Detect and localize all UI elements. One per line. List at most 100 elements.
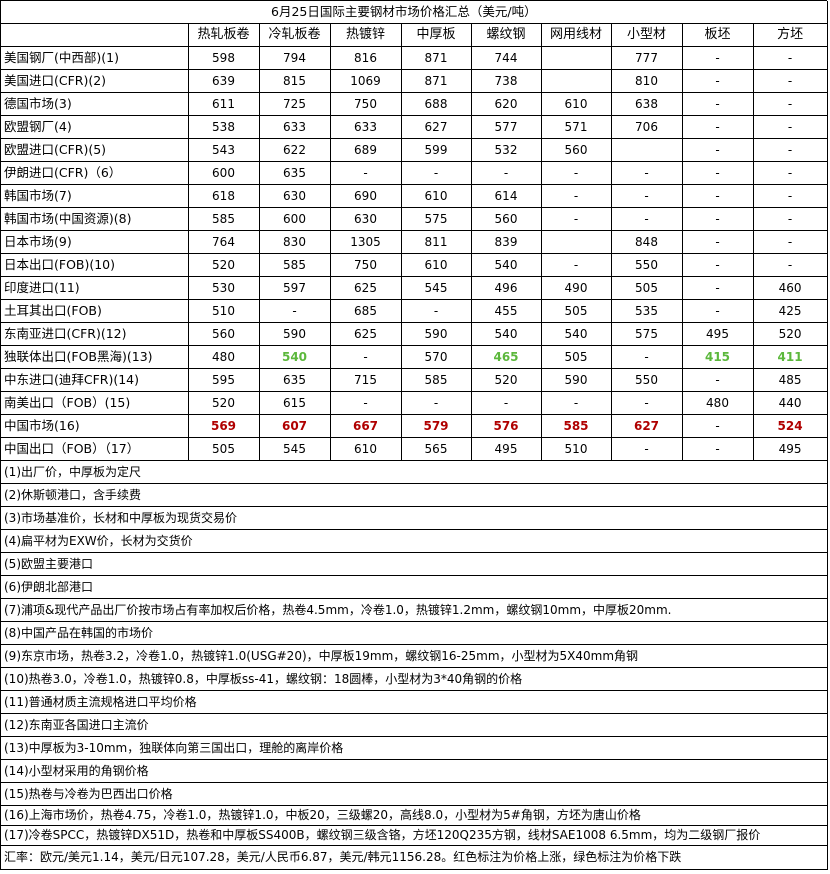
price-cell: 635 — [259, 368, 331, 392]
note-row: (1)出厂价，中厚板为定尺 — [1, 460, 828, 484]
table-row: 韩国市场(中国资源)(8) 585 600 630 575 560- - - - — [1, 207, 828, 231]
note-row: (9)东京市场，热卷3.2，冷卷1.0，热镀锌1.0(USG#20)，中厚板19… — [1, 644, 828, 668]
footnote: (1)出厂价，中厚板为定尺 — [1, 460, 828, 484]
price-cell: - — [611, 345, 683, 369]
price-cell: - — [611, 437, 683, 461]
exchange-rate-note: 汇率：欧元/美元1.14，美元/日元107.28，美元/人民币6.87，美元/韩… — [1, 845, 828, 870]
price-cell: 610 — [401, 253, 472, 277]
price-cell: 706 — [611, 115, 683, 139]
price-cell: 532 — [471, 138, 542, 162]
note-row: (6)伊朗北部港口 — [1, 575, 828, 599]
price-cell: 715 — [330, 368, 402, 392]
note-row: (14)小型材采用的角钢价格 — [1, 759, 828, 783]
table-row: 欧盟钢厂(4) 538 633 633 627 577 571 706- - — [1, 115, 828, 139]
price-cell: 485 — [753, 368, 828, 392]
price-cell: 565 — [401, 437, 472, 461]
price-cell: 575 — [401, 207, 472, 231]
footnote: (3)市场基准价，长材和中厚板为现货交易价 — [1, 506, 828, 530]
price-cell: - — [682, 184, 754, 208]
price-cell-up: 524 — [753, 414, 828, 438]
column-header: 板坯 — [682, 23, 754, 47]
row-label: 中东进口(迪拜CFR)(14) — [1, 368, 189, 392]
column-header: 冷轧板卷 — [259, 23, 331, 47]
table-row: 日本市场(9) 764 830 1305 811 839 848- - — [1, 230, 828, 254]
price-cell: 495 — [753, 437, 828, 461]
price-cell: 811 — [401, 230, 472, 254]
table-row: 欧盟进口(CFR)(5) 543 622 689 599 532 560 - - — [1, 138, 828, 162]
price-cell: - — [541, 253, 612, 277]
price-cell: 633 — [330, 115, 402, 139]
note-row: (4)扁平材为EXW价，长材为交货价 — [1, 529, 828, 553]
table-title: 6月25日国际主要钢材市场价格汇总（美元/吨） — [1, 1, 828, 24]
price-cell: 627 — [401, 115, 472, 139]
column-header: 热镀锌 — [330, 23, 402, 47]
note-row: (2)休斯顿港口，含手续费 — [1, 483, 828, 507]
price-cell: 535 — [611, 299, 683, 323]
price-cell: - — [682, 368, 754, 392]
price-cell: 440 — [753, 391, 828, 415]
price-cell: 480 — [682, 391, 754, 415]
price-cell: 545 — [401, 276, 472, 300]
price-cell: 830 — [259, 230, 331, 254]
price-table: 6月25日国际主要钢材市场价格汇总（美元/吨） 热轧板卷 冷轧板卷 热镀锌 中厚板 螺纹… — [1, 1, 828, 870]
price-cell: - — [682, 138, 754, 162]
price-cell-up: 569 — [188, 414, 260, 438]
price-cell: 585 — [188, 207, 260, 231]
table-row: 南美出口（FOB）(15) 520 615- - - - -480 440 — [1, 391, 828, 415]
price-cell: - — [682, 207, 754, 231]
footnote: (16)上海市场价，热卷4.75，冷卷1.0，热镀锌1.0，中板20，三级螺20… — [1, 805, 828, 826]
price-cell: - — [753, 92, 828, 116]
price-cell: 585 — [259, 253, 331, 277]
footnote: (14)小型材采用的角钢价格 — [1, 759, 828, 783]
row-label: 日本市场(9) — [1, 230, 189, 254]
header-blank-cell — [1, 23, 189, 47]
row-label: 欧盟钢厂(4) — [1, 115, 189, 139]
note-row: (15)热卷与冷卷为巴西出口价格 — [1, 782, 828, 806]
price-cell: 816 — [330, 46, 402, 70]
row-label: 南美出口（FOB）(15) — [1, 391, 189, 415]
table-row: 东南亚进口(CFR)(12) 560 590 625 590 540 540 575 495 52… — [1, 322, 828, 346]
footnote: (4)扁平材为EXW价，长材为交货价 — [1, 529, 828, 553]
price-cell-down: 465 — [471, 345, 542, 369]
price-cell: 543 — [188, 138, 260, 162]
price-cell: 495 — [682, 322, 754, 346]
price-cell — [541, 230, 612, 254]
price-cell: - — [611, 184, 683, 208]
price-cell-down: 540 — [259, 345, 331, 369]
table-row: 土耳其出口(FOB) 510-685-455 505 535-425 — [1, 299, 828, 323]
row-label: 独联体出口(FOB黑海)(13) — [1, 345, 189, 369]
price-cell: 638 — [611, 92, 683, 116]
price-cell: - — [682, 299, 754, 323]
footnote: (6)伊朗北部港口 — [1, 575, 828, 599]
price-cell: 590 — [259, 322, 331, 346]
price-cell: 560 — [188, 322, 260, 346]
table-row: 中国市场(16) 569 607 667 579 576 585 627-524 — [1, 414, 828, 438]
price-cell: 871 — [401, 69, 472, 93]
price-cell: - — [682, 414, 754, 438]
price-cell: 618 — [188, 184, 260, 208]
price-cell: 839 — [471, 230, 542, 254]
footnote: (11)普通材质主流规格进口平均价格 — [1, 690, 828, 714]
price-cell-up: 579 — [401, 414, 472, 438]
row-label: 韩国市场(中国资源)(8) — [1, 207, 189, 231]
price-cell-up: 607 — [259, 414, 331, 438]
footnote: (12)东南亚各国进口主流价 — [1, 713, 828, 737]
row-label: 日本出口(FOB)(10) — [1, 253, 189, 277]
table-row: 印度进口(11) 530 597 625 545 496 490 505-460 — [1, 276, 828, 300]
price-cell: 625 — [330, 276, 402, 300]
price-cell: 520 — [188, 253, 260, 277]
price-cell: 560 — [471, 207, 542, 231]
price-cell: 520 — [188, 391, 260, 415]
price-cell: - — [682, 69, 754, 93]
price-cell: 610 — [541, 92, 612, 116]
price-cell: 848 — [611, 230, 683, 254]
price-cell: 560 — [541, 138, 612, 162]
price-cell: - — [259, 299, 331, 323]
price-cell: - — [611, 391, 683, 415]
price-cell: - — [753, 207, 828, 231]
price-cell: 871 — [401, 46, 472, 70]
price-cell — [611, 138, 683, 162]
price-cell: - — [753, 115, 828, 139]
price-cell: 597 — [259, 276, 331, 300]
price-cell: 540 — [541, 322, 612, 346]
